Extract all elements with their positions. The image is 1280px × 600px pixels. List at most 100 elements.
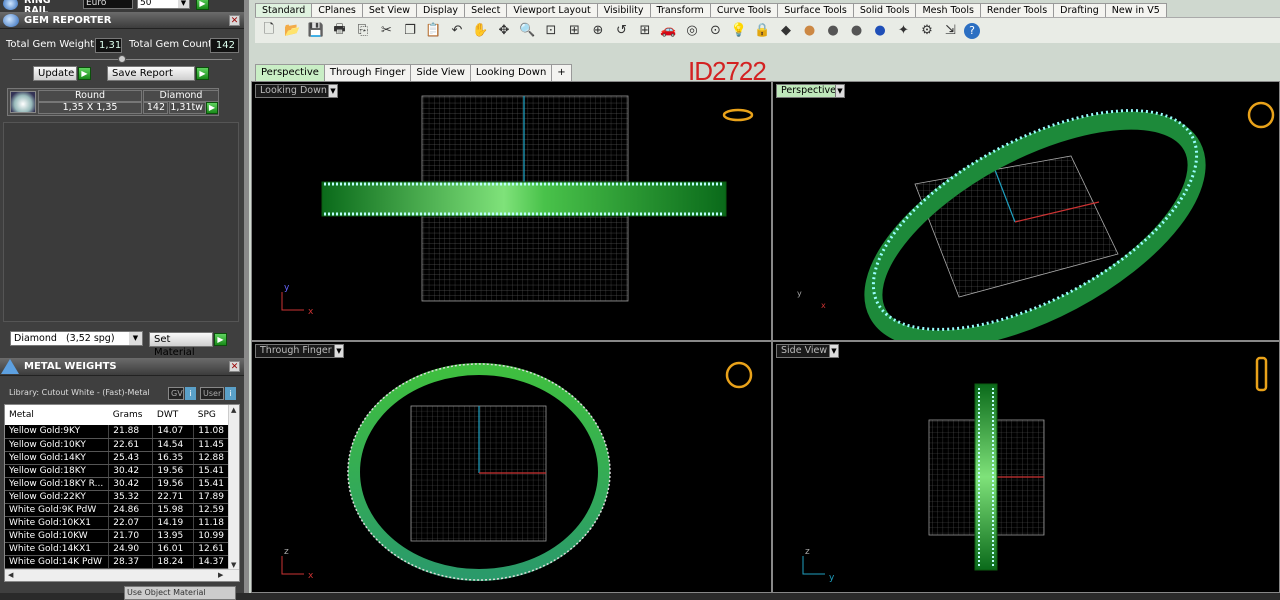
toolbar-tab-cplanes[interactable]: CPlanes [311,3,363,17]
save-icon[interactable]: 💾 [306,21,326,41]
toolbar-tab-solid-tools[interactable]: Solid Tools [852,3,917,17]
qty-dropdown-icon[interactable]: ▼ [178,0,189,8]
blue-sphere-icon[interactable]: ● [870,21,890,41]
material-select[interactable]: Diamond (3,52 spg) [10,331,143,346]
toolbar-tab-visibility[interactable]: Visibility [596,3,651,17]
metal-row[interactable]: Yellow Gold:18KY R... 30.42 19.56 15.41 [5,477,229,491]
zoom-icon[interactable]: 🔍 [518,21,538,41]
material-icon[interactable]: ◆ [776,21,796,41]
undo-icon[interactable]: ↶ [447,21,467,41]
analyze-icon[interactable]: ◎ [682,21,702,41]
object-material-select[interactable]: Use Object Material [124,586,236,600]
new-icon[interactable]: 🗋 [259,21,279,41]
point-icon[interactable]: ⊙ [706,21,726,41]
zoom-selected-icon[interactable]: ⊕ [588,21,608,41]
cut-icon[interactable]: ✂ [377,21,397,41]
metal-col-header[interactable]: Metal [5,405,109,425]
currency-select[interactable]: Euro [83,0,133,9]
paste-icon[interactable]: 📋 [424,21,444,41]
metal-row[interactable]: Yellow Gold:22KY 35.32 22.71 17.89 [5,490,229,504]
update-go-button[interactable]: ▶ [78,67,91,80]
metal-row[interactable]: White Gold:14KX1 24.90 16.01 12.61 [5,542,229,556]
metal-row[interactable]: White Gold:9K PdW 24.86 15.98 12.59 [5,503,229,517]
toolbar-tab-display[interactable]: Display [416,3,466,17]
toolbar-tab-mesh-tools[interactable]: Mesh Tools [915,3,981,17]
viewport-4-icon[interactable]: ⊞ [635,21,655,41]
metal-row[interactable]: Yellow Gold:10KY 22.61 14.54 11.45 [5,438,229,452]
scroll-up-icon[interactable]: ▲ [231,406,236,414]
gem-row-go-button[interactable]: ▶ [206,102,218,114]
scroll-down-icon[interactable]: ▼ [231,561,236,569]
open-icon[interactable]: 📂 [283,21,303,41]
dwt-cell: 19.56 [152,464,195,478]
shaded-sphere-icon[interactable]: ● [847,21,867,41]
rotate-icon[interactable]: ✥ [494,21,514,41]
grams-col-header[interactable]: Grams [109,405,153,425]
set-material-go-button[interactable]: ▶ [214,333,227,346]
spg-col-header[interactable]: SPG [194,405,229,425]
light-icon[interactable]: 💡 [729,21,749,41]
toolbar-tab-curve-tools[interactable]: Curve Tools [709,3,779,17]
viewport-tab-side-view[interactable]: Side View [410,64,471,81]
lock-icon[interactable]: 🔒 [753,21,773,41]
close-icon[interactable]: ✕ [229,15,240,26]
pan-icon[interactable]: ✋ [471,21,491,41]
gv-info-icon[interactable]: i [185,387,196,400]
viewport-tab-perspective[interactable]: Perspective [255,64,325,81]
zoom-extents-icon[interactable]: ⊞ [565,21,585,41]
toolbar-tab-select[interactable]: Select [464,3,508,17]
print-icon[interactable]: 🖶 [330,21,350,41]
viewport-through-finger[interactable]: Through Finger ▼ z x [251,341,772,593]
undo-view-icon[interactable]: ↺ [612,21,632,41]
metal-row[interactable]: White Gold:10KX1 22.07 14.19 11.18 [5,516,229,530]
metal-weights-header: METAL WEIGHTS ✕ [0,358,244,376]
viewport-tab-through-finger[interactable]: Through Finger [323,64,412,81]
viewport-perspective[interactable]: Perspective ▼ y x [772,81,1280,341]
render-sphere-icon[interactable]: ● [823,21,843,41]
toolbar-tab-new-in-v5[interactable]: New in V5 [1104,3,1167,17]
zoom-window-icon[interactable]: ⊡ [541,21,561,41]
ring-rail-go-button[interactable]: ▶ [196,0,209,10]
help-icon[interactable]: ? [964,22,980,39]
close-icon[interactable]: ✕ [229,361,240,372]
dwt-cell: 16.01 [152,542,195,556]
save-report-go-button[interactable]: ▶ [196,67,209,80]
toolbar-tab-transform[interactable]: Transform [649,3,711,17]
viewport-tab-looking-down[interactable]: Looking Down [469,64,553,81]
toolbar-tab-set-view[interactable]: Set View [361,3,418,17]
slider-knob[interactable] [118,55,126,63]
metal-row[interactable]: Yellow Gold:18KY 30.42 19.56 15.41 [5,464,229,478]
viewport-looking-down[interactable]: Looking Down ▼ y x [251,81,772,341]
spg-cell: 12.88 [193,451,229,465]
car-icon[interactable]: 🚗 [659,21,679,41]
metal-row[interactable]: White Gold:14K PdW 28.37 18.24 14.37 [5,555,229,569]
dwt-col-header[interactable]: DWT [153,405,194,425]
material-dropdown-icon[interactable]: ▼ [129,332,142,345]
set-material-button[interactable]: Set Material [149,332,213,358]
metal-hscrollbar[interactable]: ◀ ▶ [5,569,239,581]
scroll-right-icon[interactable]: ▶ [218,571,223,579]
user-info-icon[interactable]: i [225,387,236,400]
wand-icon[interactable]: ✦ [894,21,914,41]
toolbar-tab-render-tools[interactable]: Render Tools [979,3,1055,17]
update-button[interactable]: Update [33,66,77,81]
gv-toggle[interactable]: GV [168,387,184,400]
toolbar-tab-drafting[interactable]: Drafting [1053,3,1106,17]
toolbar-tab-viewport-layout[interactable]: Viewport Layout [506,3,598,17]
scroll-left-icon[interactable]: ◀ [8,571,13,579]
toolbar-tab-surface-tools[interactable]: Surface Tools [777,3,854,17]
viewport-side-view[interactable]: Side View ▼ z y [772,341,1280,593]
user-toggle[interactable]: User [200,387,224,400]
save-report-button[interactable]: Save Report [107,66,195,81]
copy-icon[interactable]: ❐ [400,21,420,41]
metal-row[interactable]: Yellow Gold:14KY 25.43 16.35 12.88 [5,451,229,465]
metal-row[interactable]: White Gold:10KW 21.70 13.95 10.99 [5,529,229,543]
metal-vscrollbar[interactable]: ▲ ▼ [228,405,239,570]
metal-row[interactable]: Yellow Gold:9KY 21.88 14.07 11.08 [5,425,229,439]
distribute-icon[interactable]: ⇲ [941,21,961,41]
toolbar-tab-standard[interactable]: Standard [255,3,313,17]
add-viewport-tab[interactable]: + [551,64,572,81]
import-icon[interactable]: ⎘ [353,21,373,41]
gear-icon[interactable]: ⚙ [917,21,937,41]
color-wheel-icon[interactable]: ● [800,21,820,41]
